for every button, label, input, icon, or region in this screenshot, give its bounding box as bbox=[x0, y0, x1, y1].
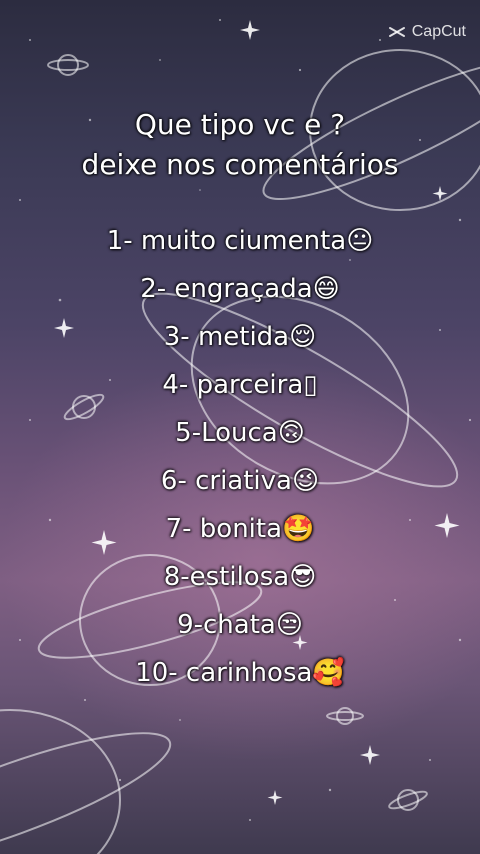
emoji-icon: 😎 bbox=[289, 562, 317, 592]
item-text: 6- criativa bbox=[160, 466, 292, 496]
item-text: 7- bonita bbox=[165, 514, 283, 544]
list-item: 10- carinhosa🥰 bbox=[0, 649, 480, 697]
item-text: 1- muito ciumenta bbox=[106, 226, 347, 256]
list-item: 3- metida😌 bbox=[0, 313, 480, 361]
item-text: 10- carinhosa bbox=[135, 658, 313, 688]
list-item: 8-estilosa😎 bbox=[0, 553, 480, 601]
list-item: 2- engraçada😄 bbox=[0, 265, 480, 313]
item-text: 9-chata bbox=[177, 610, 276, 640]
missing-glyph-icon: ▯ bbox=[303, 370, 318, 400]
emoji-icon: 😄 bbox=[312, 274, 340, 304]
list-item: 1- muito ciumenta😐 bbox=[0, 217, 480, 265]
list-item: 6- criativa😉 bbox=[0, 457, 480, 505]
title-line-1: Que tipo vc e ? bbox=[134, 108, 346, 141]
list-item: 7- bonita🤩 bbox=[0, 505, 480, 553]
personality-list: 1- muito ciumenta😐 2- engraçada😄 3- meti… bbox=[0, 217, 480, 697]
item-text: 3- metida bbox=[163, 322, 290, 352]
item-text: 2- engraçada bbox=[140, 274, 313, 304]
emoji-icon: 🤩 bbox=[282, 514, 315, 544]
list-item: 5-Louca🙃 bbox=[0, 409, 480, 457]
item-text: 5-Louca bbox=[175, 418, 278, 448]
emoji-icon: 😒 bbox=[275, 610, 303, 640]
emoji-icon: 😌 bbox=[289, 322, 317, 352]
capcut-logo-icon bbox=[388, 27, 405, 37]
item-text: 4- parceira bbox=[162, 370, 304, 400]
watermark-label: CapCut bbox=[411, 23, 466, 40]
post-text: Que tipo vc e ? deixe nos comentários 1-… bbox=[0, 105, 480, 697]
emoji-icon: 🥰 bbox=[312, 658, 345, 688]
emoji-icon: 🙃 bbox=[277, 418, 305, 448]
item-text: 8-estilosa bbox=[163, 562, 290, 592]
list-item: 9-chata😒 bbox=[0, 601, 480, 649]
list-item: 4- parceira▯ bbox=[0, 361, 480, 409]
capcut-watermark: CapCut bbox=[387, 22, 466, 42]
emoji-icon: 😉 bbox=[291, 466, 320, 496]
emoji-icon: 😐 bbox=[346, 226, 374, 256]
title-line-2: deixe nos comentários bbox=[81, 148, 399, 181]
